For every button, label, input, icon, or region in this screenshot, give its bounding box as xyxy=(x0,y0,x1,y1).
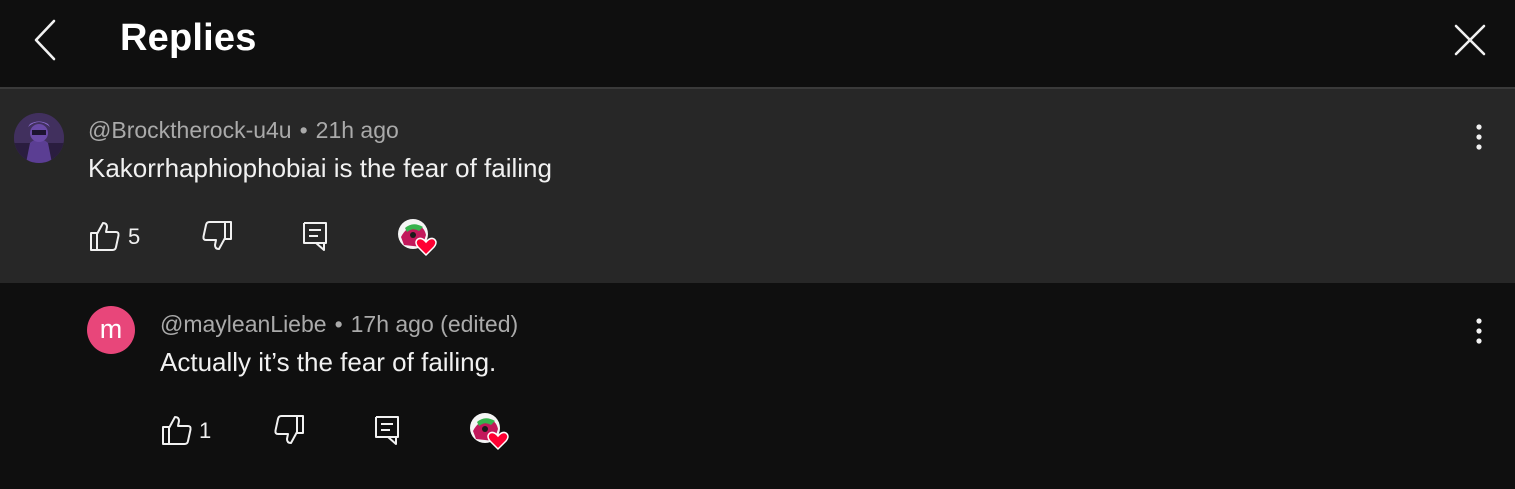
comment-meta: @mayleanLiebe • 17h ago (edited) xyxy=(160,311,518,338)
comment-icon xyxy=(303,222,327,251)
page-title: Replies xyxy=(120,17,257,59)
reply-button[interactable] xyxy=(370,413,404,447)
more-vert-icon xyxy=(1476,124,1482,150)
comment-more-button[interactable] xyxy=(1469,315,1489,347)
like-count: 5 xyxy=(128,224,141,249)
comment-more-button[interactable] xyxy=(1469,121,1489,153)
thumbs-up-icon xyxy=(90,222,120,251)
dislike-button[interactable] xyxy=(272,413,306,447)
creator-heart-icon xyxy=(470,413,509,451)
comment-icon xyxy=(375,416,399,445)
creator-heart-badge xyxy=(396,217,442,257)
comment-author[interactable]: @mayleanLiebe xyxy=(160,311,327,337)
avatar[interactable] xyxy=(14,113,64,163)
meta-separator: • xyxy=(299,117,308,143)
parent-comment: @Brocktherock-u4u • 21h ago Kakorrhaphioph… xyxy=(0,89,1515,283)
comment-time[interactable]: 17h ago (edited) xyxy=(351,311,519,337)
comment-author[interactable]: @Brocktherock-u4u xyxy=(88,117,292,143)
close-icon xyxy=(1454,24,1486,56)
creator-heart-badge xyxy=(468,411,514,451)
thumbs-up-icon xyxy=(162,416,192,445)
avatar[interactable]: m xyxy=(87,306,135,354)
creator-heart-icon xyxy=(398,219,437,257)
back-button[interactable] xyxy=(28,18,64,62)
reply-comment: m @mayleanLiebe • 17h ago (edited) Actuall… xyxy=(0,283,1515,489)
thumbs-down-icon xyxy=(202,221,232,250)
comment-text: Actually it’s the fear of failing. xyxy=(160,347,497,377)
more-vert-icon xyxy=(1476,318,1482,344)
comment-text: Kakorrhaphiophobiai is the fear of faili… xyxy=(88,153,552,183)
like-button[interactable] xyxy=(88,219,122,253)
dislike-button[interactable] xyxy=(200,219,234,253)
close-button[interactable] xyxy=(1450,20,1490,60)
like-count: 1 xyxy=(199,418,212,443)
comment-meta: @Brocktherock-u4u • 21h ago xyxy=(88,117,399,144)
comment-time[interactable]: 21h ago xyxy=(316,117,399,143)
meta-separator: • xyxy=(334,311,343,337)
like-button[interactable] xyxy=(160,413,194,447)
replies-header: Replies xyxy=(0,0,1515,89)
user-avatar-image xyxy=(14,113,64,163)
chevron-left-icon xyxy=(34,19,56,61)
reply-button[interactable] xyxy=(298,219,332,253)
thumbs-down-icon xyxy=(274,415,304,444)
